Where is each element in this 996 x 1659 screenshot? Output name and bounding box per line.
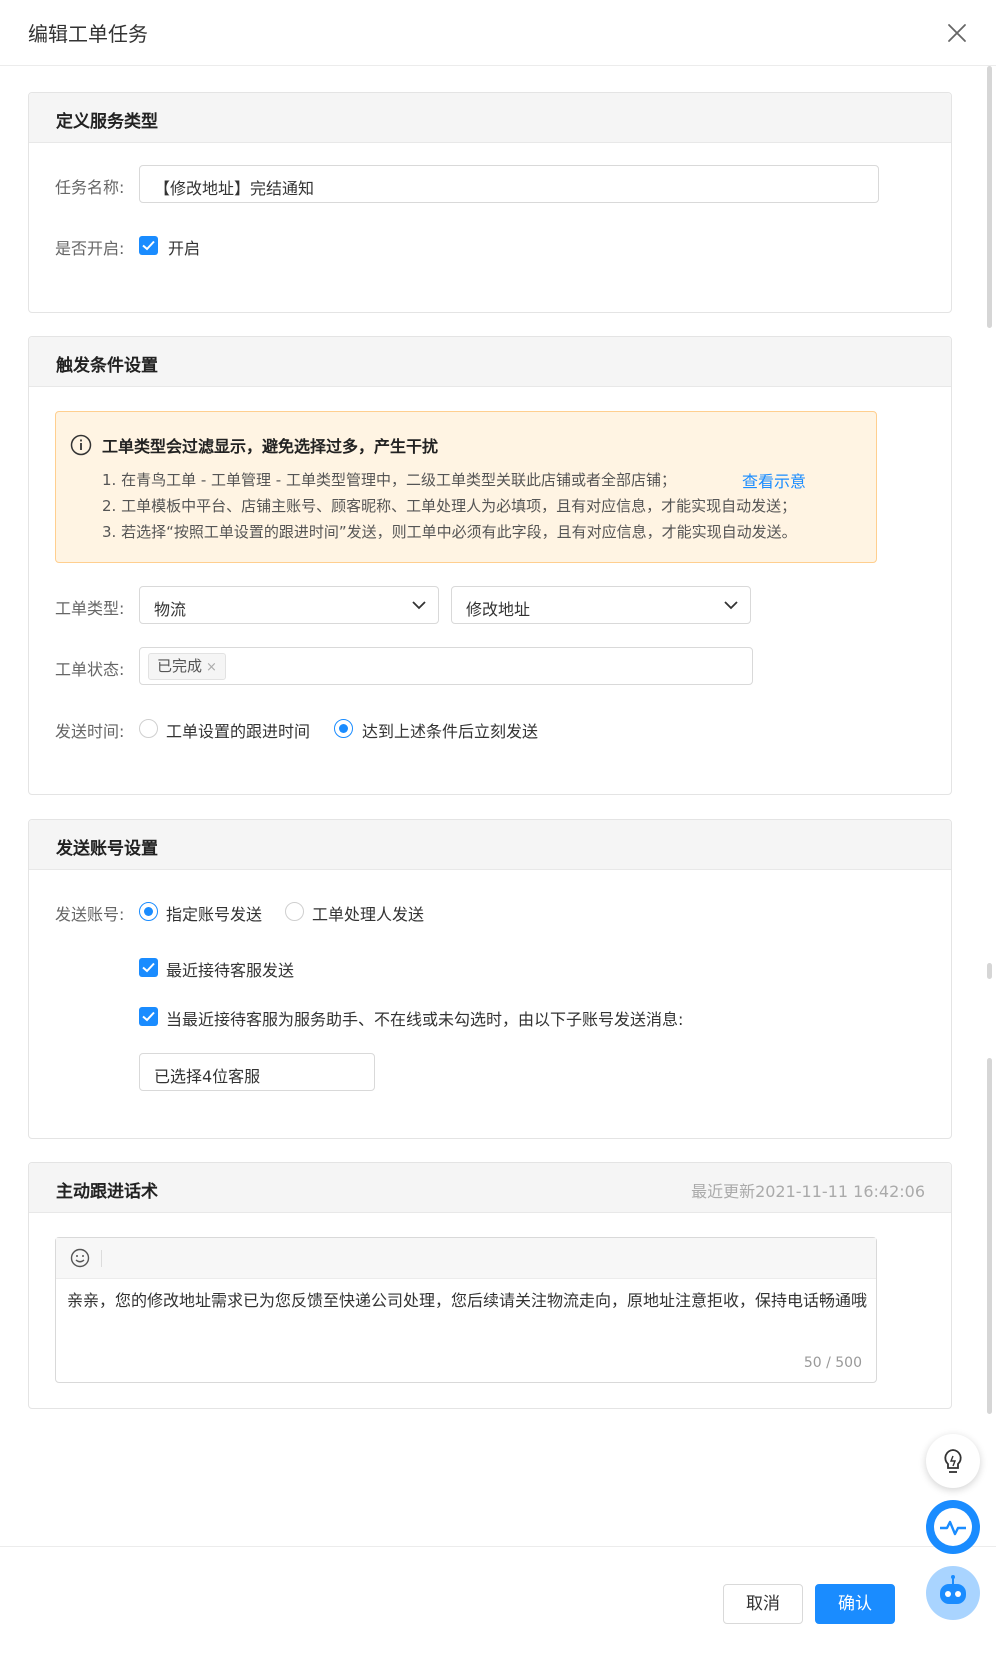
view-example-link[interactable]: 查看示意 [742, 468, 806, 492]
status-tag: 已完成 × [148, 653, 226, 680]
ticket-type-select-level1[interactable]: 物流 [139, 586, 439, 624]
dialog-footer: 取消 确认 [0, 1546, 996, 1659]
lightbulb-icon[interactable] [926, 1434, 980, 1488]
send-time-radio-immediate[interactable] [334, 719, 353, 738]
ticket-status-select[interactable]: 已完成 × [139, 647, 753, 685]
card-title: 触发条件设置 [56, 356, 158, 376]
char-counter: 50 / 500 [803, 1355, 862, 1371]
script-content[interactable]: 亲亲，您的修改地址需求已为您反馈至快递公司处理，您后续请关注物流走向，原地址注意… [67, 1286, 867, 1316]
notice-title: 工单类型会过滤显示，避免选择过多，产生干扰 [102, 437, 439, 456]
ticket-type-select-level2[interactable]: 修改地址 [451, 586, 751, 624]
send-time-label: 发送时间: [55, 722, 125, 741]
selected-agents-value: 已选择4位客服 [154, 1067, 261, 1086]
last-updated: 最近更新2021-11-11 16:42:06 [691, 1182, 925, 1201]
notice-line: 1. 在青鸟工单 - 工单管理 - 工单类型管理中，二级工单类型关联此店铺或者全… [102, 471, 676, 489]
card-header: 发送账号设置 [29, 820, 951, 870]
card-title: 主动跟进话术 [56, 1182, 158, 1202]
card-title: 定义服务类型 [56, 112, 158, 132]
account-radio-handler[interactable] [285, 902, 304, 921]
account-card: 发送账号设置 发送账号: 指定账号发送 工单处理人发送 最近接待客服发送 当最近… [28, 819, 952, 1139]
enabled-label: 是否开启: [55, 239, 125, 258]
editor-toolbar [56, 1238, 876, 1279]
toolbar-divider [101, 1250, 102, 1267]
scrollbar-marker [987, 963, 992, 979]
dialog-header: 编辑工单任务 [0, 0, 996, 66]
ticket-status-label: 工单状态: [55, 660, 125, 679]
card-title: 发送账号设置 [56, 839, 158, 859]
notice-line: 2. 工单模板中平台、店铺主账号、顾客昵称、工单处理人为必填项，且有对应信息，才… [102, 497, 797, 515]
tag-close-icon[interactable]: × [206, 660, 217, 675]
send-time-option-immediate: 达到上述条件后立刻发送 [362, 722, 539, 741]
notice-line: 3. 若选择“按照工单设置的跟进时间”发送，则工单中必须有此字段，且有对应信息，… [102, 523, 797, 541]
send-time-option-followup: 工单设置的跟进时间 [166, 722, 311, 741]
recent-agent-label: 最近接待客服发送 [166, 961, 295, 980]
info-icon [70, 434, 92, 460]
chevron-down-icon [412, 601, 426, 610]
ticket-type-label: 工单类型: [55, 599, 125, 618]
send-time-radio-followup[interactable] [139, 719, 158, 738]
notice-box: 工单类型会过滤显示，避免选择过多，产生干扰 1. 在青鸟工单 - 工单管理 - … [55, 411, 877, 563]
dialog-title: 编辑工单任务 [28, 22, 148, 46]
account-radio-specified[interactable] [139, 902, 158, 921]
account-label: 发送账号: [55, 905, 125, 924]
card-header: 定义服务类型 [29, 93, 951, 143]
scrollbar-thumb[interactable] [987, 66, 992, 328]
recent-agent-checkbox[interactable] [139, 958, 158, 977]
card-header: 主动跟进话术 最近更新2021-11-11 16:42:06 [29, 1163, 951, 1213]
task-name-input[interactable]: 【修改地址】完结通知 [139, 165, 879, 203]
account-option-specified: 指定账号发送 [166, 905, 263, 924]
card-header: 触发条件设置 [29, 337, 951, 387]
task-name-label: 任务名称: [55, 178, 125, 197]
enabled-checkbox[interactable] [139, 236, 158, 255]
heartbeat-icon[interactable] [926, 1500, 980, 1554]
scrollbar-track-segment [987, 1058, 992, 1414]
task-name-value: 【修改地址】完结通知 [154, 179, 315, 198]
emoji-icon[interactable] [70, 1248, 90, 1272]
robot-icon[interactable] [926, 1566, 980, 1620]
close-icon[interactable] [944, 20, 970, 46]
ticket-type-level1-value: 物流 [154, 600, 187, 619]
account-option-handler: 工单处理人发送 [312, 905, 425, 924]
status-tag-label: 已完成 [157, 657, 203, 675]
chevron-down-icon [724, 601, 738, 610]
selected-agents-field[interactable]: 已选择4位客服 [139, 1053, 375, 1091]
ticket-type-level2-value: 修改地址 [466, 600, 531, 619]
service-type-card: 定义服务类型 任务名称: 【修改地址】完结通知 是否开启: 开启 [28, 92, 952, 313]
trigger-card: 触发条件设置 工单类型会过滤显示，避免选择过多，产生干扰 1. 在青鸟工单 - … [28, 336, 952, 795]
script-card: 主动跟进话术 最近更新2021-11-11 16:42:06 亲亲，您的修改地址… [28, 1162, 952, 1409]
script-editor[interactable]: 亲亲，您的修改地址需求已为您反馈至快递公司处理，您后续请关注物流走向，原地址注意… [55, 1237, 877, 1383]
cancel-button[interactable]: 取消 [723, 1584, 803, 1624]
fallback-checkbox[interactable] [139, 1007, 158, 1026]
fallback-label: 当最近接待客服为服务助手、不在线或未勾选时，由以下子账号发送消息: [166, 1010, 684, 1029]
enabled-option-label: 开启 [168, 239, 201, 258]
confirm-button[interactable]: 确认 [815, 1584, 895, 1624]
dialog-body[interactable]: 定义服务类型 任务名称: 【修改地址】完结通知 是否开启: 开启 触发条件设置 … [0, 66, 996, 1546]
